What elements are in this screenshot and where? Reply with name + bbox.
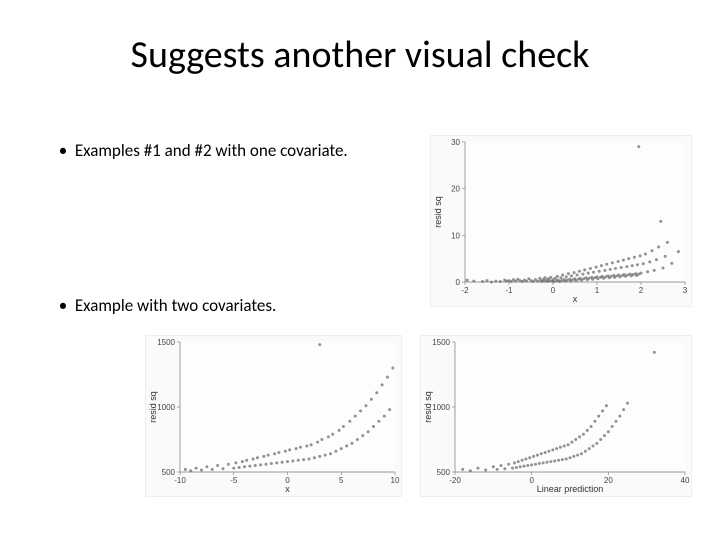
svg-text:40: 40 <box>681 476 690 485</box>
svg-text:-2: -2 <box>461 286 469 295</box>
svg-text:resid sq: resid sq <box>423 391 433 423</box>
svg-text:-1: -1 <box>505 286 513 295</box>
svg-text:x: x <box>573 294 578 304</box>
bullet-2: • Example with two covariates. <box>55 295 276 316</box>
svg-text:Linear prediction: Linear prediction <box>537 484 604 494</box>
svg-text:resid sq: resid sq <box>433 196 443 228</box>
chart-residsq-x-two: -10-5051050010001500xresid sq <box>145 335 402 497</box>
svg-text:1500: 1500 <box>157 338 175 347</box>
svg-text:0: 0 <box>551 286 556 295</box>
chart-residsq-x-single: -2-101230102030xresid sq <box>430 135 692 307</box>
svg-text:1000: 1000 <box>157 403 175 412</box>
svg-text:-5: -5 <box>230 476 238 485</box>
svg-text:2: 2 <box>639 286 644 295</box>
svg-text:x: x <box>285 484 290 494</box>
svg-text:-10: -10 <box>174 476 186 485</box>
svg-text:20: 20 <box>604 476 613 485</box>
svg-text:30: 30 <box>451 138 460 147</box>
svg-text:20: 20 <box>451 185 460 194</box>
svg-text:1000: 1000 <box>432 403 450 412</box>
svg-text:1: 1 <box>595 286 600 295</box>
svg-text:500: 500 <box>437 468 451 477</box>
svg-text:0: 0 <box>456 278 461 287</box>
svg-text:500: 500 <box>162 468 176 477</box>
svg-text:10: 10 <box>391 476 400 485</box>
svg-text:5: 5 <box>339 476 344 485</box>
svg-text:resid sq: resid sq <box>148 391 158 423</box>
svg-text:10: 10 <box>451 231 460 240</box>
svg-text:-20: -20 <box>449 476 461 485</box>
bullet-1: • Examples #1 and #2 with one covariate. <box>55 140 348 161</box>
bullet-dot-icon: • <box>55 140 71 161</box>
svg-text:0: 0 <box>529 476 534 485</box>
slide: Suggests another visual check • Examples… <box>0 0 720 540</box>
bullet-2-text: Example with two covariates. <box>75 295 276 316</box>
bullet-dot-icon: • <box>55 295 71 316</box>
chart-residsq-linpred: -20 0 20 40 500 1000 1500 Linear prediction resi… <box>420 335 692 497</box>
bullet-1-text: Examples #1 and #2 with one covariate. <box>75 140 348 161</box>
slide-title: Suggests another visual check <box>0 32 720 78</box>
svg-text:3: 3 <box>683 286 688 295</box>
svg-text:1500: 1500 <box>432 338 450 347</box>
